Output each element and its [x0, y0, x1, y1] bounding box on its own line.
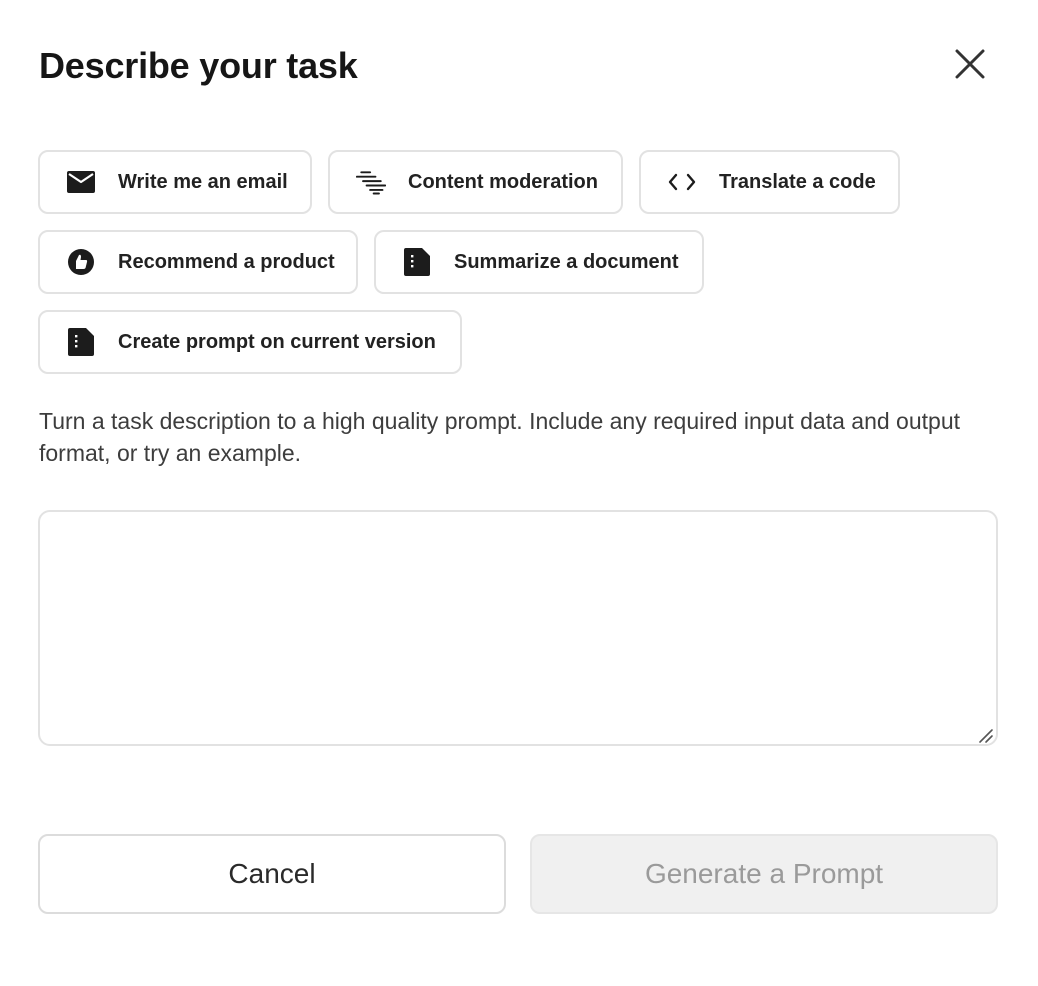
document-icon	[402, 247, 432, 277]
resize-handle-icon[interactable]	[976, 726, 994, 744]
chip-translate-code[interactable]: Translate a code	[639, 150, 900, 214]
chip-label: Recommend a product	[118, 250, 335, 273]
chip-label: Translate a code	[719, 170, 876, 193]
chip-content-moderation[interactable]: Content moderation	[328, 150, 623, 214]
chip-write-email[interactable]: Write me an email	[38, 150, 312, 214]
chip-create-prompt-current-version[interactable]: Create prompt on current version	[38, 310, 462, 374]
cancel-button[interactable]: Cancel	[38, 834, 506, 914]
generate-prompt-button[interactable]: Generate a Prompt	[530, 834, 998, 914]
chip-label: Content moderation	[408, 170, 598, 193]
code-brackets-icon	[667, 167, 697, 197]
describe-task-dialog: Describe your task Write me an email Con…	[0, 0, 1038, 986]
task-description-input[interactable]	[38, 510, 998, 746]
chip-label: Write me an email	[118, 170, 288, 193]
document-icon	[66, 327, 96, 357]
close-button[interactable]	[948, 44, 992, 88]
chip-row: Recommend a product Summarize a document	[38, 230, 1000, 294]
task-description-help: Turn a task description to a high qualit…	[39, 408, 960, 466]
chip-label: Summarize a document	[454, 250, 679, 273]
chip-summarize-document[interactable]: Summarize a document	[374, 230, 704, 294]
chip-row: Create prompt on current version	[38, 310, 1000, 374]
example-chips: Write me an email Content moderation Tra…	[38, 150, 1000, 390]
moderation-lines-icon	[356, 167, 386, 197]
envelope-icon	[66, 167, 96, 197]
chip-recommend-product[interactable]: Recommend a product	[38, 230, 358, 294]
chip-label: Create prompt on current version	[118, 330, 436, 353]
chip-row: Write me an email Content moderation Tra…	[38, 150, 1000, 214]
thumbs-up-icon	[66, 247, 96, 277]
close-icon	[955, 49, 985, 84]
dialog-title: Describe your task	[39, 45, 358, 86]
